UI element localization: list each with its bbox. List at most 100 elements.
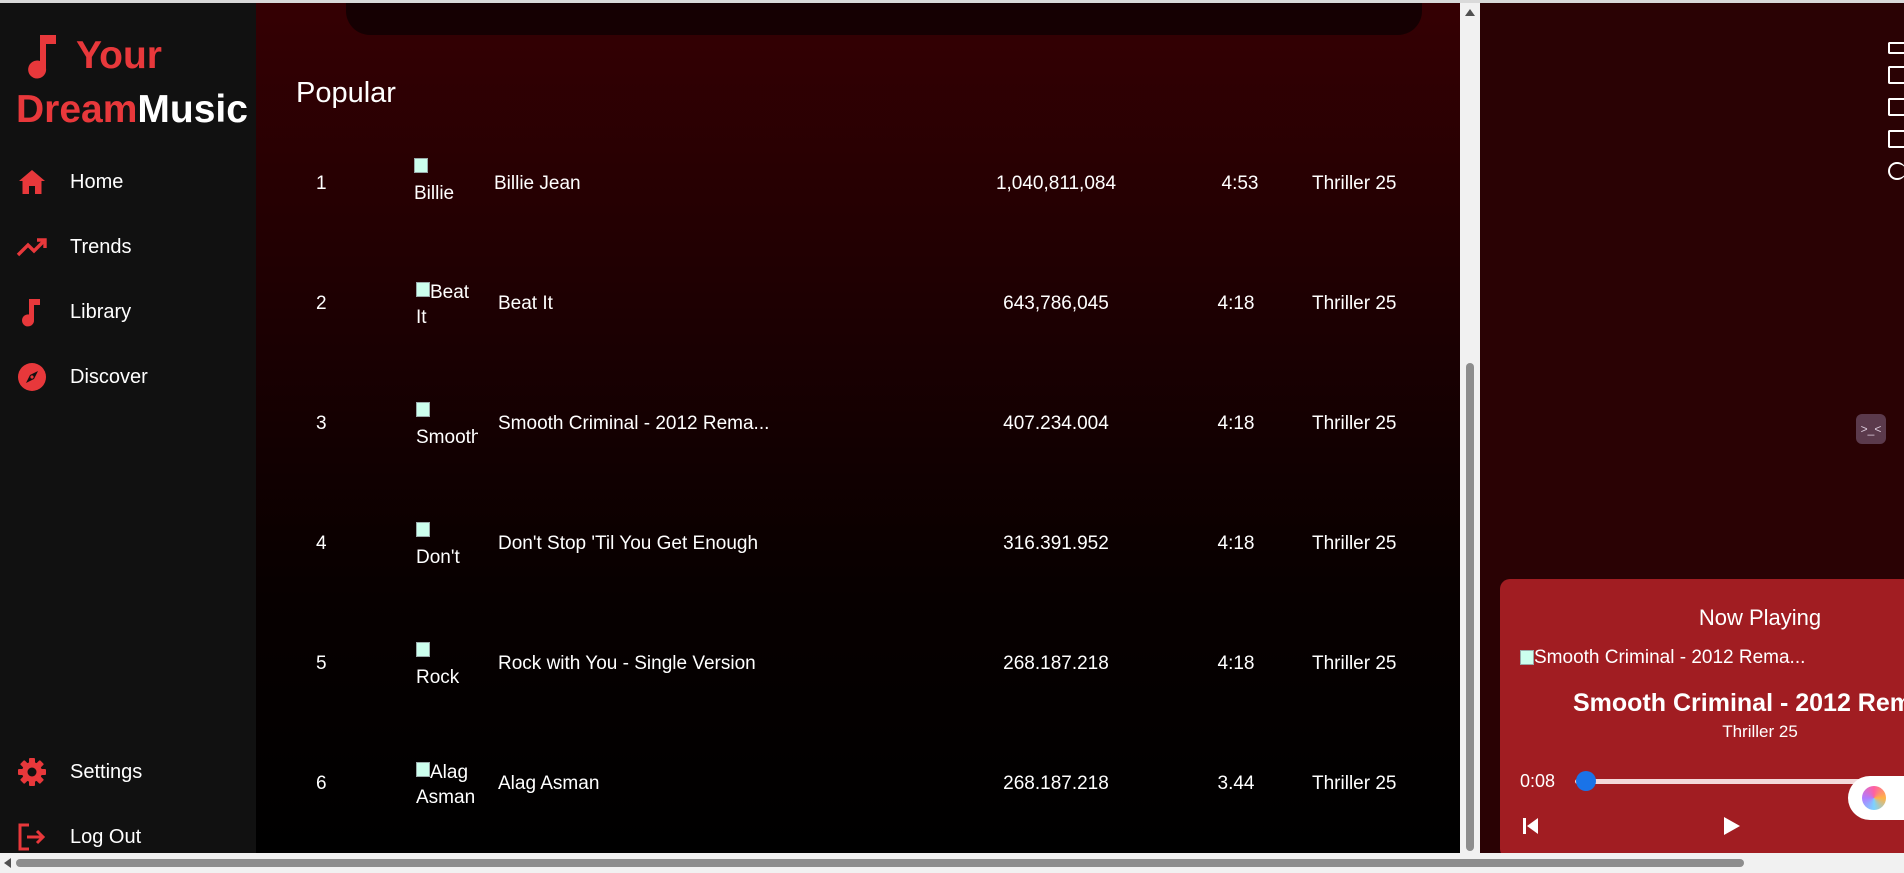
track-thumbnail: Alag Asman (416, 760, 478, 808)
scroll-left-arrow-icon[interactable] (4, 858, 11, 868)
nav-label-trends: Trends (70, 235, 132, 258)
track-album: Thriller 25 (1312, 653, 1397, 674)
track-album: Thriller 25 (1312, 293, 1397, 314)
brain-icon (1862, 786, 1886, 810)
vertical-scrollbar-thumb[interactable] (1466, 363, 1474, 851)
track-plays: 407.234.004 (1003, 413, 1109, 434)
track-duration: 4:18 (1217, 533, 1255, 554)
scroll-up-arrow-icon[interactable] (1465, 9, 1475, 16)
track-title: Don't Stop 'Til You Get Enough (498, 533, 759, 554)
track-thumbnail-alt: Smooth Criminal (416, 427, 478, 448)
right-panel: Now Playing Smooth Criminal - 2012 Rema.… (1480, 3, 1904, 853)
extension-brain-button[interactable] (1848, 776, 1904, 820)
track-row[interactable]: 3 Smooth Criminal Smooth Criminal - 2012… (256, 374, 1460, 474)
broken-image-icon (416, 402, 430, 417)
progress-slider-handle[interactable] (1576, 771, 1597, 791)
home-icon (19, 170, 45, 194)
track-thumbnail-alt: Don't Stop (416, 547, 460, 568)
track-thumbnail: Smooth Criminal (416, 400, 478, 448)
track-row[interactable]: 2 Beat It Beat It 643,786,045 4:18 Thril… (256, 254, 1460, 354)
logout-icon (18, 823, 46, 851)
track-thumbnail: Rock with (416, 640, 478, 688)
broken-image-icon (416, 642, 430, 657)
broken-image-icon (1520, 650, 1534, 665)
copy-icon[interactable] (1888, 130, 1904, 148)
nav-label-settings: Settings (70, 760, 143, 783)
current-time: 0:08 (1520, 771, 1556, 791)
nav-label-logout: Log Out (70, 825, 142, 848)
nav-label-discover: Discover (70, 365, 148, 388)
nav-item-logout[interactable]: Log Out (16, 817, 141, 857)
nav-item-trends[interactable]: Trends (16, 227, 132, 267)
track-title: Alag Asman (498, 773, 600, 794)
now-playing-image-alt: Smooth Criminal - 2012 Rema... (1534, 647, 1806, 668)
camera-icon[interactable] (1888, 66, 1904, 84)
nav-item-settings[interactable]: Settings (16, 752, 142, 792)
now-playing-card: Now Playing Smooth Criminal - 2012 Rema.… (1500, 579, 1904, 853)
track-row[interactable]: 5 Rock with Rock with You - Single Versi… (256, 614, 1460, 714)
main-content: Popular 1 Billie Billie Jean 1,040,811,0… (256, 3, 1460, 853)
track-duration: 4:18 (1217, 413, 1255, 434)
nav-label-library: Library (70, 300, 132, 323)
brand-name-line1: Your (76, 34, 162, 77)
track-title: Smooth Criminal - 2012 Rema... (498, 413, 770, 434)
track-row[interactable]: 4 Don't Stop Don't Stop 'Til You Get Eno… (256, 494, 1460, 594)
broken-image-icon (414, 158, 428, 173)
track-thumbnail: Don't Stop (416, 520, 478, 568)
gear-icon (18, 758, 46, 786)
nav-item-home[interactable]: Home (16, 162, 123, 202)
track-plays: 268.187.218 (1003, 653, 1109, 674)
track-duration: 4:53 (1221, 173, 1259, 194)
music-note-icon (22, 299, 40, 327)
now-playing-album: Thriller 25 (1722, 722, 1798, 741)
broken-image-icon (416, 282, 430, 297)
sidebar: Your DreamMusic Home Trends Library Disc… (0, 3, 256, 858)
track-thumbnail-alt: Rock with (416, 667, 460, 688)
track-album: Thriller 25 (1312, 173, 1397, 194)
brand-music: Music (137, 88, 248, 131)
track-rank: 2 (316, 293, 327, 314)
track-title: Beat It (498, 293, 553, 314)
gear-icon[interactable] (1888, 162, 1904, 180)
broken-image-icon (416, 762, 430, 777)
horizontal-scrollbar[interactable] (0, 853, 1904, 873)
track-row[interactable]: 1 Billie Billie Jean 1,040,811,084 4:53 … (256, 134, 1460, 234)
compass-icon (18, 363, 46, 391)
track-plays: 1,040,811,084 (995, 173, 1117, 194)
section-title-popular: Popular (296, 77, 396, 109)
track-rank: 3 (316, 413, 327, 434)
nav-label-home: Home (70, 170, 124, 193)
track-rank: 4 (316, 533, 327, 554)
track-rank: 1 (316, 173, 327, 194)
nav-item-discover[interactable]: Discover (16, 357, 148, 397)
track-rank: 5 (316, 653, 327, 674)
track-row[interactable]: 6 Alag Asman Alag Asman 268.187.218 3.44… (256, 734, 1460, 834)
previous-track-icon[interactable] (1522, 816, 1540, 836)
track-album: Thriller 25 (1312, 773, 1397, 794)
play-icon[interactable] (1720, 815, 1742, 837)
track-album: Thriller 25 (1312, 413, 1397, 434)
brand-dream: Dream (16, 88, 138, 131)
broken-image-icon (416, 522, 430, 537)
music-note-icon (28, 35, 56, 79)
extension-float-icon[interactable]: >_< (1856, 414, 1886, 444)
brand-name-line2: DreamMusic (16, 87, 248, 133)
track-duration: 4:18 (1217, 653, 1255, 674)
track-plays: 268.187.218 (1003, 773, 1109, 794)
featured-card (346, 3, 1422, 35)
track-thumbnail: Beat It (416, 280, 478, 328)
now-playing-title: Smooth Criminal - 2012 Remaster (1573, 689, 1904, 717)
horizontal-scrollbar-thumb[interactable] (16, 859, 1744, 867)
screen-icon[interactable] (1888, 98, 1904, 116)
track-duration: 4:18 (1217, 293, 1255, 314)
nav-item-library[interactable]: Library (16, 292, 131, 332)
track-thumbnail: Billie (414, 156, 476, 204)
link-icon[interactable] (1888, 42, 1904, 54)
now-playing-image: Smooth Criminal - 2012 Rema... (1520, 647, 1805, 669)
now-playing-heading: Now Playing (1698, 605, 1822, 630)
vertical-scrollbar[interactable] (1460, 3, 1480, 854)
track-plays: 643,786,045 (1003, 293, 1109, 314)
track-plays: 316.391.952 (1003, 533, 1109, 554)
extension-toolbar (1884, 40, 1904, 190)
track-title: Billie Jean (494, 173, 581, 194)
